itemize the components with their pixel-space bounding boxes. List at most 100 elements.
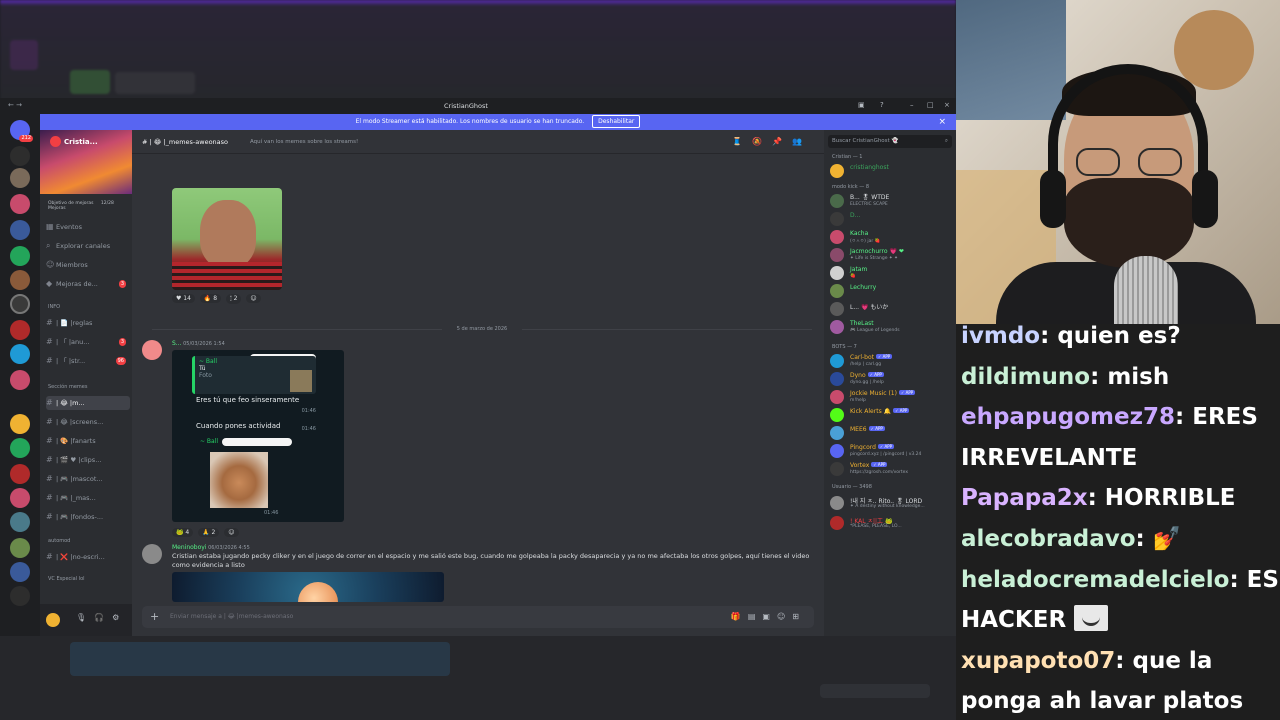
disable-streamer-button[interactable]: Deshabilitar bbox=[592, 115, 641, 128]
channel-events[interactable]: ▦ Eventos bbox=[46, 220, 130, 234]
server-icon[interactable] bbox=[10, 146, 30, 166]
server-icon[interactable] bbox=[10, 370, 30, 390]
user-avatar[interactable] bbox=[46, 613, 60, 627]
close-banner-icon[interactable]: × bbox=[938, 114, 946, 130]
reaction[interactable]: 🔥 8 bbox=[199, 294, 222, 303]
member-item-bot[interactable]: MEE6 ✓ APP bbox=[830, 424, 952, 442]
server-icon[interactable] bbox=[10, 562, 30, 582]
background-top bbox=[0, 0, 956, 100]
channel-item[interactable]: # | 🎮 |_mas... bbox=[46, 491, 130, 505]
channel-sidebar: Cristia... Objetivo de mejoras 12/28 Mej… bbox=[40, 130, 132, 636]
search-icon: ⌕ bbox=[944, 138, 948, 144]
back-forward-icon[interactable]: ← → bbox=[8, 101, 22, 109]
member-item[interactable]: cristianghost bbox=[830, 162, 952, 180]
member-item[interactable]: D... bbox=[830, 210, 952, 228]
server-icon[interactable] bbox=[10, 168, 30, 188]
channel-item[interactable]: # | 🎬 ♥ |clips... bbox=[46, 453, 130, 467]
minimize-icon[interactable]: – bbox=[910, 101, 914, 109]
member-item[interactable]: Lechurry bbox=[830, 282, 952, 300]
reaction[interactable]: 🕯 2 bbox=[225, 294, 242, 304]
member-group-header: Cristian — 1 bbox=[832, 154, 863, 160]
date-divider: 5 de marzo de 2026 bbox=[152, 326, 812, 332]
channel-browse[interactable]: ⌕ Explorar canales bbox=[46, 239, 130, 253]
message-input[interactable]: + Enviar mensaje a | 😂 |memes-aweonaso 🎁… bbox=[142, 606, 814, 628]
server-icon[interactable] bbox=[10, 294, 30, 314]
server-icon[interactable] bbox=[10, 320, 30, 340]
member-item[interactable]: Kacha (ㅇㅅㅇ) jar 🍓 bbox=[830, 228, 952, 246]
server-icon[interactable] bbox=[10, 194, 30, 214]
category-memes[interactable]: Sección memes bbox=[48, 384, 87, 390]
channel-item-active[interactable]: # | 😂 |m... bbox=[46, 396, 130, 410]
reaction[interactable]: ♥ 14 bbox=[172, 294, 195, 303]
server-icon[interactable] bbox=[10, 586, 30, 606]
message-meta: Meninoboyi 06/03/2026 4:55 bbox=[172, 544, 250, 551]
server-header[interactable]: Cristia... bbox=[40, 130, 132, 194]
inbox-icon[interactable]: ▣ bbox=[858, 101, 865, 109]
server-icon[interactable] bbox=[10, 246, 30, 266]
close-icon[interactable]: × bbox=[944, 101, 950, 109]
maximize-icon[interactable]: □ bbox=[927, 101, 934, 109]
member-item-bot[interactable]: Vortex ✓ APP https://zgrosh.com/vortex bbox=[830, 460, 952, 478]
member-group-header: Usuario — 3498 bbox=[832, 484, 872, 490]
reaction[interactable]: 🐸 4 bbox=[172, 528, 194, 537]
chat-message: alecobradavo: 💅 bbox=[961, 525, 1182, 552]
meme-image[interactable] bbox=[172, 188, 282, 290]
add-attachment-icon[interactable]: + bbox=[150, 606, 159, 628]
server-icon[interactable] bbox=[10, 220, 30, 240]
member-item-bot[interactable]: Kick Alerts 🔔 ✓ APP bbox=[830, 406, 952, 424]
member-item[interactable]: TheLast 🎮 League of Legends bbox=[830, 318, 952, 336]
channel-item[interactable]: # | 🎮 |fondos-... bbox=[46, 510, 130, 524]
title-bar: ← → CristianGhost ▣ ? – □ × bbox=[0, 98, 956, 114]
channel-item[interactable]: # | 📄 |reglas bbox=[46, 316, 130, 330]
channel-item[interactable]: # | 🎨 |fanarts bbox=[46, 434, 130, 448]
help-icon[interactable]: ? bbox=[880, 101, 884, 109]
member-item-bot[interactable]: Dyno ✓ APP dyno.gg | /help bbox=[830, 370, 952, 388]
category-automod[interactable]: automod bbox=[48, 538, 70, 544]
server-icon[interactable] bbox=[10, 488, 30, 508]
channel-item[interactable]: # | 🎮 |mascot... bbox=[46, 472, 130, 486]
member-item-bot[interactable]: Carl-bot ✓ APP/help | carl.gg bbox=[830, 352, 952, 370]
reaction[interactable]: 🙏 2 bbox=[198, 528, 220, 537]
server-icon[interactable] bbox=[10, 512, 30, 532]
member-item-bot[interactable]: Pingcord ✓ APP pingcord.xyz | /pingcord | … bbox=[830, 442, 952, 460]
channel-boosts[interactable]: ◆ Mejoras de... 3 bbox=[46, 277, 130, 291]
chat-message: heladocremadelcielo: ES HACKER bbox=[961, 566, 1279, 634]
add-reaction-icon[interactable]: ☺ bbox=[224, 528, 239, 537]
server-icon[interactable] bbox=[10, 464, 30, 484]
whatsapp-screenshot[interactable]: ~ Ball Tú Foto Eres tú que feo sinserame… bbox=[172, 350, 344, 522]
member-item[interactable]: L... 💗 もいか bbox=[830, 300, 952, 318]
member-item[interactable]: ! KAL ㅈ||工 🐸 *PLEASE, PLEASE, LO... bbox=[830, 514, 952, 532]
member-item[interactable]: Jacmochurro 💗 ❤ ✦ Life is Strange ✦ ✦ bbox=[830, 246, 952, 264]
channel-item[interactable]: # | ❌ |no-escri... bbox=[46, 550, 130, 564]
member-item[interactable]: Jatam 🍓 bbox=[830, 264, 952, 282]
member-item-bot[interactable]: Jockie Music (1) ✓ APP m!help bbox=[830, 388, 952, 406]
author-avatar[interactable] bbox=[142, 544, 162, 564]
boost-progress[interactable]: Objetivo de mejoras 12/28 Mejoras bbox=[40, 198, 132, 218]
search-input[interactable]: Buscar CristianGhost 👻 ⌕ bbox=[828, 135, 952, 148]
discord-window: ← → CristianGhost ▣ ? – □ × 212 El modo … bbox=[0, 98, 956, 636]
reactions-row: 🐸 4 🙏 2 ☺ bbox=[172, 528, 242, 537]
member-item[interactable]: B... 🎖 WTDE ELECTRIC SCAPE bbox=[830, 192, 952, 210]
channel-item[interactable]: # | 「 |anu... 3 bbox=[46, 335, 130, 349]
server-icon[interactable] bbox=[10, 538, 30, 558]
author-avatar[interactable] bbox=[142, 340, 162, 360]
category-info[interactable]: INFO bbox=[48, 304, 60, 310]
channel-item[interactable]: # | 「 |str... 96 bbox=[46, 354, 130, 368]
server-icon[interactable] bbox=[10, 414, 30, 434]
background-bottom bbox=[0, 636, 956, 720]
add-reaction-icon[interactable]: ☺ bbox=[246, 294, 261, 303]
server-icon[interactable] bbox=[10, 344, 30, 364]
voice-controls-icon[interactable]: 🎙🎧⚙ bbox=[76, 613, 127, 622]
member-group-header: modo kick — 8 bbox=[832, 184, 870, 190]
channel-item[interactable]: # | 😂 |screens... bbox=[46, 415, 130, 429]
server-icon[interactable] bbox=[10, 438, 30, 458]
video-attachment[interactable] bbox=[172, 572, 444, 602]
composer-tools-icon[interactable]: 🎁▤▣☺⊞ bbox=[731, 606, 806, 628]
header-tools-icon[interactable]: 🧵🔕📌👥 bbox=[732, 137, 812, 146]
server-icon[interactable] bbox=[10, 270, 30, 290]
channel-members[interactable]: ☺ Miembros bbox=[46, 258, 130, 272]
server-name: Cristia... bbox=[64, 138, 98, 146]
discord-home-icon[interactable]: 212 bbox=[10, 120, 33, 142]
member-item[interactable]: !내 지 ㅈ.. Rito.. 🎖 LORD ✦ A destiny withou… bbox=[830, 494, 952, 512]
category-vc[interactable]: VC Especial lol bbox=[48, 576, 85, 582]
